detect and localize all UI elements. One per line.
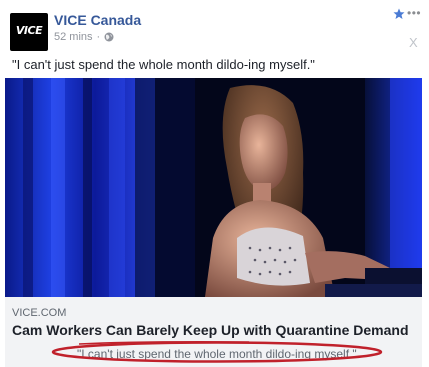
meta-separator: · [96, 31, 101, 43]
link-preview-box[interactable]: VICE.COM Cam Workers Can Barely Keep Up … [5, 297, 422, 367]
post-header: VICE VICE Canada 52 mins · ••• X "I can'… [0, 0, 429, 78]
link-preview-image[interactable] [5, 78, 422, 297]
vice-logo: VICE [15, 24, 43, 37]
star-icon[interactable] [393, 8, 405, 20]
link-headline[interactable]: Cam Workers Can Barely Keep Up with Quar… [12, 322, 409, 338]
photo-woman-at-computer [5, 78, 422, 297]
more-options-button[interactable]: ••• [407, 6, 421, 20]
post-meta: 52 mins · [54, 31, 114, 43]
timestamp-link[interactable]: 52 mins [54, 31, 93, 43]
red-annotation-circle [51, 340, 383, 363]
page-avatar[interactable]: VICE [10, 13, 48, 51]
close-icon[interactable]: X [409, 35, 418, 50]
page-name-link[interactable]: VICE Canada [54, 12, 141, 28]
link-domain: VICE.COM [12, 307, 67, 319]
post-message: "I can't just spend the whole month dild… [12, 57, 315, 72]
globe-icon [104, 32, 114, 42]
facebook-post-card: VICE VICE Canada 52 mins · ••• X "I can'… [0, 0, 429, 367]
